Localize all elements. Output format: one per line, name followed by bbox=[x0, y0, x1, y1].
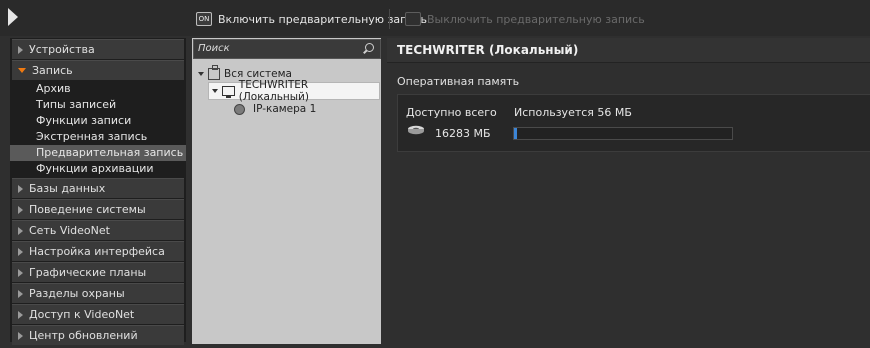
disable-prerecord-button[interactable]: Выключить предварительную запись bbox=[405, 10, 645, 28]
enable-prerecord-button[interactable]: ON Включить предварительную запись bbox=[196, 10, 427, 28]
tree-item-server[interactable]: TECHWRITER (Локальный) bbox=[208, 79, 380, 103]
nav-item-security-zones[interactable]: Разделы охраны bbox=[12, 283, 184, 303]
tree-toggle-icon[interactable] bbox=[212, 89, 218, 93]
nav-subitem-prerecord[interactable]: Предварительная запись bbox=[10, 145, 186, 161]
nav-subitem-emergency-record[interactable]: Экстренная запись bbox=[10, 129, 186, 145]
tree-item-camera[interactable]: IP-камера 1 bbox=[234, 101, 316, 117]
nav-subitem-record-types[interactable]: Типы записей bbox=[10, 97, 186, 113]
memory-usage-bar bbox=[513, 127, 733, 140]
on-icon: ON bbox=[196, 12, 212, 26]
nav-item-update-center[interactable]: Центр обновлений bbox=[12, 325, 184, 345]
nav-item-videonet-network[interactable]: Сеть VideoNet bbox=[12, 220, 184, 240]
search-placeholder: Поиск bbox=[198, 43, 230, 54]
expand-arrow-icon bbox=[18, 289, 23, 298]
nav-item-graphic-plans[interactable]: Графические планы bbox=[12, 262, 184, 282]
expand-arrow-icon bbox=[18, 247, 23, 256]
nav-item-databases[interactable]: Базы данных bbox=[12, 178, 184, 198]
search-input[interactable]: Поиск bbox=[193, 39, 381, 59]
expand-arrow-icon bbox=[18, 226, 23, 235]
computer-icon bbox=[222, 86, 235, 98]
memory-summary: Доступно всего Используется 56 МБ 16283 … bbox=[397, 94, 870, 152]
available-value: 16283 МБ bbox=[435, 127, 491, 140]
section-title: Оперативная память bbox=[397, 75, 520, 88]
search-icon[interactable] bbox=[365, 43, 374, 52]
expand-arrow-icon bbox=[18, 205, 23, 214]
available-label: Доступно всего bbox=[406, 106, 497, 119]
expand-arrow-icon bbox=[18, 310, 23, 319]
app-menu-icon[interactable] bbox=[8, 8, 18, 26]
nav-item-videonet-access[interactable]: Доступ к VideoNet bbox=[12, 304, 184, 324]
camera-icon bbox=[234, 103, 245, 115]
disable-prerecord-label: Выключить предварительную запись bbox=[427, 12, 645, 26]
used-label: Используется 56 МБ bbox=[514, 106, 632, 119]
page-title: TECHWRITER (Локальный) bbox=[387, 38, 870, 63]
app-window: ON Включить предварительную запись Выклю… bbox=[0, 0, 870, 348]
nav-item-devices[interactable]: Устройства bbox=[12, 39, 184, 59]
toolbar-divider bbox=[389, 9, 390, 29]
nav-subitem-record-functions[interactable]: Функции записи bbox=[10, 113, 186, 129]
memory-chip-icon bbox=[408, 125, 424, 135]
expand-arrow-icon bbox=[18, 268, 23, 277]
memory-usage-fill bbox=[514, 128, 517, 139]
expand-arrow-icon bbox=[18, 331, 23, 340]
toolbar: ON Включить предварительную запись Выклю… bbox=[0, 0, 870, 36]
nav-item-interface-settings[interactable]: Настройка интерфейса bbox=[12, 241, 184, 261]
expand-arrow-icon bbox=[18, 45, 23, 54]
enable-prerecord-label: Включить предварительную запись bbox=[218, 12, 428, 26]
nav-item-system-behavior[interactable]: Поведение системы bbox=[12, 199, 184, 219]
nav-subitem-archive[interactable]: Архив bbox=[10, 81, 186, 97]
system-icon bbox=[208, 65, 220, 80]
nav-subitem-archiving-functions[interactable]: Функции архивации bbox=[10, 161, 186, 177]
off-icon bbox=[405, 12, 421, 26]
tree-toggle-icon[interactable] bbox=[198, 72, 204, 76]
nav-item-recording[interactable]: Запись bbox=[12, 60, 184, 80]
collapse-arrow-icon bbox=[18, 68, 26, 73]
settings-navigation: Устройства Запись Архив Типы записей Фун… bbox=[10, 38, 186, 345]
expand-arrow-icon bbox=[18, 184, 23, 193]
device-tree-panel: Поиск Вся система TECHWRITER (Локальный)… bbox=[192, 38, 381, 344]
content-panel: TECHWRITER (Локальный) Оперативная памят… bbox=[387, 38, 870, 348]
